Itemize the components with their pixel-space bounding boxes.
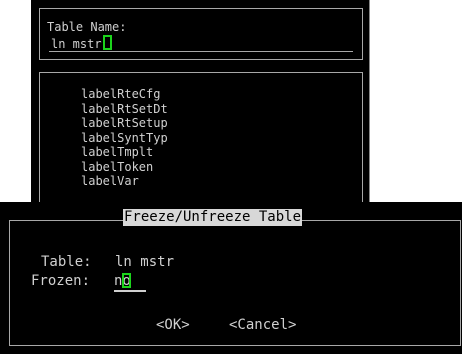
table-list: labelRteCfg labelRtSetDt labelRtSetup label… (81, 87, 168, 189)
table-select-window: Table Name: ln mstr labelRteCfg labelRtSe… (31, 0, 370, 214)
table-list-item[interactable]: labelRtSetDt (81, 102, 168, 117)
table-list-item[interactable]: labelTmplt (81, 145, 168, 160)
table-list-item[interactable]: labelToken (81, 160, 168, 175)
table-label: Table: (41, 254, 92, 270)
table-name-box (39, 8, 363, 60)
table-list-item[interactable]: labelSyntTyp (81, 131, 168, 146)
table-list-item[interactable]: labelVar (81, 174, 168, 189)
table-name-input-underline (49, 51, 353, 52)
text-cursor (102, 35, 112, 50)
frozen-input[interactable]: no (114, 273, 146, 292)
text-cursor-frozen (121, 273, 131, 288)
frozen-label: Frozen: (31, 273, 91, 289)
table-name-input[interactable]: ln mstr (51, 35, 112, 51)
freeze-unfreeze-dialog: Freeze/Unfreeze Table Table: ln mstr Fro… (0, 202, 462, 354)
table-name-label: Table Name: (47, 20, 127, 34)
cancel-button[interactable]: <Cancel> (229, 317, 296, 334)
table-list-item[interactable]: labelRteCfg (81, 87, 168, 102)
dialog-title: Freeze/Unfreeze Table (123, 209, 303, 226)
ok-button[interactable]: <OK> (156, 317, 190, 334)
table-name-value: ln mstr (51, 37, 102, 51)
table-value: ln mstr (115, 254, 175, 270)
table-list-item[interactable]: labelRtSetup (81, 116, 168, 131)
